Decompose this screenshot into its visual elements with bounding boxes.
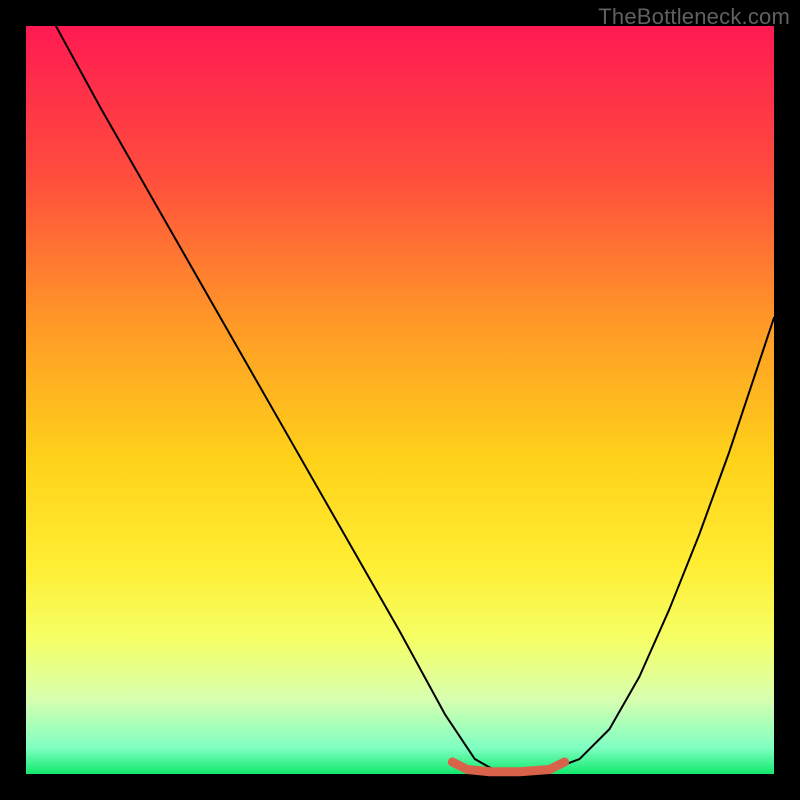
chart-canvas bbox=[0, 0, 800, 800]
watermark-text: TheBottleneck.com bbox=[598, 4, 790, 30]
chart-frame: TheBottleneck.com bbox=[0, 0, 800, 800]
plot-background bbox=[26, 26, 774, 774]
